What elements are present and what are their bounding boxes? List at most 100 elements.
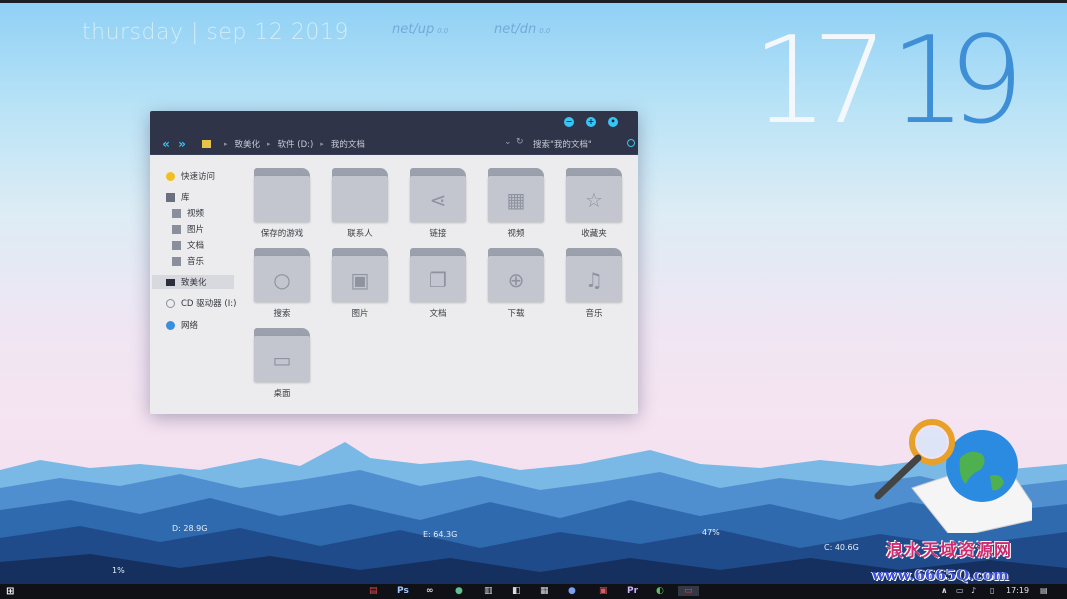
folder-item-desktop[interactable]: ▭ 桌面: [252, 328, 312, 399]
folder-label: 文档: [429, 309, 447, 319]
clock-digit-2: 7: [812, 12, 889, 151]
net-down-widget: net/dn 0.0: [494, 22, 550, 37]
folder-item-music[interactable]: ♫ 音乐: [564, 248, 624, 319]
dropdown-chevron-icon[interactable]: ⌄: [504, 137, 512, 147]
desktop-folder-icon: ▭: [254, 328, 310, 382]
file-explorer-window[interactable]: − + • « » ▸ 致美化 ▸ 软件 (D:) ▸ 我的文档 ⌄ ↻ 搜索"…: [150, 111, 638, 414]
sidebar-item-documents[interactable]: 文档: [172, 238, 204, 252]
net-down-label: net/dn: [494, 22, 537, 37]
sidebar-item-cd-drive[interactable]: CD 驱动器 (I:): [166, 296, 236, 310]
search-input[interactable]: 搜索"我的文档": [533, 138, 592, 150]
forward-arrow-icon[interactable]: »: [174, 137, 190, 151]
breadcrumb-item-1[interactable]: 致美化: [235, 138, 261, 150]
computer-icon: [166, 278, 175, 286]
sidebar-item-this-pc[interactable]: 致美化: [166, 275, 207, 289]
folder-item-saved-games[interactable]: 保存的游戏: [252, 168, 312, 239]
folder-item-links[interactable]: ⋖ 链接: [408, 168, 468, 239]
disk-d-widget: D: 28.9G: [172, 524, 208, 533]
app-icon-4[interactable]: ●: [455, 586, 463, 596]
share-folder-icon: ⋖: [410, 168, 466, 222]
folder-label: 联系人: [347, 229, 373, 239]
app-icon-9[interactable]: ▣: [599, 586, 608, 596]
address-bar[interactable]: « » ▸ 致美化 ▸ 软件 (D:) ▸ 我的文档 ⌄ ↻ 搜索"我的文档": [150, 133, 638, 155]
app-icon-1[interactable]: ▤: [369, 586, 378, 596]
app-icon-7[interactable]: ▦: [540, 586, 549, 596]
app-icon-active[interactable]: ▭: [678, 586, 699, 596]
watermark-text: 浪水天域资源网: [886, 541, 1012, 561]
folder-item-pictures[interactable]: ▣ 图片: [330, 248, 390, 319]
folder-item-contacts[interactable]: 联系人: [330, 168, 390, 239]
close-button[interactable]: •: [608, 117, 618, 127]
folder-label: 视频: [507, 229, 525, 239]
folder-label: 桌面: [273, 389, 291, 399]
games-folder-icon: [254, 168, 310, 222]
app-icon-8[interactable]: ●: [568, 586, 576, 596]
net-up-widget: net/up 0.0: [392, 22, 448, 37]
contacts-folder-icon: [332, 168, 388, 222]
pictures-icon: [172, 224, 181, 234]
app-icon-11[interactable]: ◐: [656, 586, 664, 596]
breadcrumb-item-3[interactable]: 我的文档: [331, 138, 365, 150]
sidebar-item-label: CD 驱动器 (I:): [181, 299, 237, 309]
navigation-pane: 快速访问 库 视频 图片 文档 音乐 致美化 CD 驱动器 (I:) 网络: [150, 155, 240, 414]
minimize-button[interactable]: −: [564, 117, 574, 127]
breadcrumb-chevron-icon: ▸: [320, 139, 324, 148]
disk-e-widget: E: 64.3G: [423, 530, 458, 539]
sidebar-item-label: 音乐: [187, 257, 205, 267]
folder-item-documents[interactable]: ❐ 文档: [408, 248, 468, 319]
folder-label: 搜索: [273, 309, 291, 319]
music-folder-icon: ♫: [566, 248, 622, 302]
cpu-percent-widget: 47%: [702, 528, 720, 537]
sidebar-item-music[interactable]: 音乐: [172, 254, 204, 268]
sidebar-item-library[interactable]: 库: [166, 190, 190, 204]
folder-item-downloads[interactable]: ⊕ 下载: [486, 248, 546, 319]
folder-item-videos[interactable]: ▦ 视频: [486, 168, 546, 239]
library-icon: [166, 192, 175, 202]
usb-tray-icon[interactable]: ▯: [990, 586, 994, 595]
cd-drive-icon: [166, 298, 175, 308]
clock-digit-3: 1: [890, 12, 967, 151]
sidebar-item-label: 视频: [187, 209, 205, 219]
premiere-icon[interactable]: Pr: [627, 586, 638, 596]
sidebar-item-label: 文档: [187, 241, 205, 251]
folder-icon: [202, 139, 211, 148]
folder-item-searches[interactable]: ○ 搜索: [252, 248, 312, 319]
notification-icon[interactable]: ▤: [1040, 586, 1048, 595]
folder-label: 链接: [429, 229, 447, 239]
documents-icon: [172, 240, 181, 250]
download-folder-icon: ⊕: [488, 248, 544, 302]
app-icon-6[interactable]: ◧: [512, 586, 521, 596]
folder-label: 下载: [507, 309, 525, 319]
watermark-url: www.6665Q.com: [872, 566, 1009, 584]
folder-item-favorites[interactable]: ☆ 收藏夹: [564, 168, 624, 239]
photoshop-icon[interactable]: Ps: [397, 586, 409, 596]
search-icon[interactable]: [627, 139, 635, 147]
folder-label: 音乐: [585, 309, 603, 319]
folder-label: 收藏夹: [581, 229, 607, 239]
windows-start-icon[interactable]: ⊞: [6, 586, 14, 597]
disk-c-widget: C: 40.6G: [824, 543, 859, 552]
sidebar-item-pictures[interactable]: 图片: [172, 222, 204, 236]
breadcrumb-item-2[interactable]: 软件 (D:): [278, 138, 314, 150]
volume-tray-icon[interactable]: ♪: [971, 586, 976, 595]
sidebar-item-network[interactable]: 网络: [166, 318, 198, 332]
net-up-value: 0.0: [437, 27, 449, 35]
network-tray-icon[interactable]: ▭: [956, 586, 964, 595]
refresh-icon[interactable]: ↻: [516, 137, 524, 147]
ram-percent-widget: 1%: [112, 566, 125, 575]
app-icon-5[interactable]: ▥: [484, 586, 493, 596]
tray-expand-icon[interactable]: ∧: [941, 586, 948, 595]
clock-digit-1: 1: [752, 12, 829, 151]
folder-label: 保存的游戏: [260, 229, 304, 239]
sidebar-item-label: 库: [181, 193, 190, 203]
app-icon-3[interactable]: ∞: [426, 586, 434, 596]
taskbar: ⊞ ▤ Ps ∞ ● ▥ ◧ ▦ ● ▣ Pr ◐ ▭ ∧ ▭ ♪ ▯ 17:1…: [0, 584, 1067, 599]
taskbar-clock[interactable]: 17:19: [1006, 586, 1029, 595]
window-titlebar[interactable]: − + •: [150, 111, 638, 133]
sidebar-item-quick-access[interactable]: 快速访问: [166, 169, 215, 183]
sidebar-item-videos[interactable]: 视频: [172, 206, 204, 220]
music-icon: [172, 256, 181, 266]
back-arrow-icon[interactable]: «: [158, 137, 174, 151]
net-up-label: net/up: [392, 22, 435, 37]
maximize-button[interactable]: +: [586, 117, 596, 127]
